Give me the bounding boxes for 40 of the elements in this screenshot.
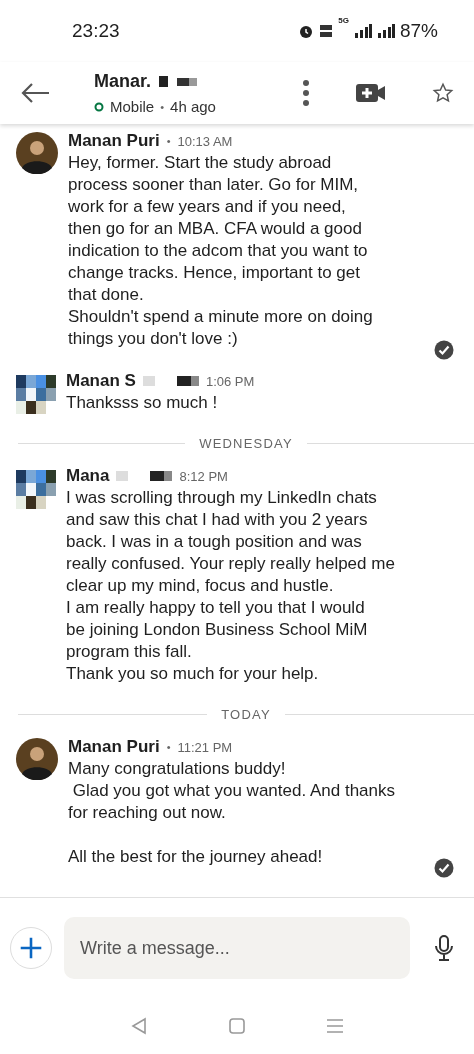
attach-button[interactable] bbox=[10, 927, 52, 969]
star-icon[interactable] bbox=[432, 82, 454, 104]
microphone-icon[interactable] bbox=[434, 934, 454, 962]
separator-dot: • bbox=[166, 741, 171, 753]
sender-name: Manan Puri bbox=[68, 131, 160, 151]
pixelated-avatar-icon bbox=[16, 467, 56, 509]
plus-icon bbox=[19, 936, 43, 960]
separator-dot: • bbox=[166, 135, 171, 147]
home-nav-icon[interactable] bbox=[228, 1017, 246, 1035]
pixelated-avatar-icon bbox=[16, 372, 56, 414]
avatar-icon bbox=[16, 132, 58, 174]
message-time: 1:06 PM bbox=[205, 373, 255, 389]
message-text: I was scrolling through my LinkedIn chats and saw this chat I had with you 2 years back. I was in a tough position and was really confused. Your reply really helped me clear up my mind, focus and hustle. I am really happy to tell you that I would be joining London Business School MiM program this fall. Thank you so much for your help. bbox=[66, 487, 396, 685]
message-text: Many congratulations buddy! Glad you got what you wanted. And thanks for reaching out now. All the best for the journey ahead! bbox=[68, 758, 396, 868]
day-divider-label: TODAY bbox=[221, 707, 271, 722]
day-divider-label: WEDNESDAY bbox=[199, 436, 293, 451]
message-time: 8:12 PM bbox=[179, 468, 228, 484]
status-time: 23:23 bbox=[72, 20, 120, 42]
signal-icon bbox=[353, 24, 372, 38]
video-call-icon[interactable] bbox=[356, 83, 386, 103]
message-time: 10:13 AM bbox=[177, 133, 233, 149]
sender-name: Mana bbox=[66, 466, 110, 486]
message-field[interactable]: Write a message... bbox=[64, 917, 410, 979]
battery-percent: 87% bbox=[399, 20, 438, 42]
last-seen: 4h ago bbox=[170, 98, 216, 115]
avatar-icon bbox=[16, 738, 58, 780]
back-arrow-icon[interactable] bbox=[20, 82, 50, 104]
message-text: Hey, former. Start the study abroad process sooner than later. Go for MIM, work for a few years and if you need, then go for an MBA. CFA would a good indication to the adcom that you want to change tracks. Hence, important to get that done. Shouldn't spend a minute more on doing things you don't love :) bbox=[68, 152, 374, 350]
network-label: 5G bbox=[338, 16, 349, 25]
presence-label: Mobile bbox=[110, 98, 155, 115]
signal-icon bbox=[376, 24, 395, 38]
contact-name: Manar. bbox=[94, 71, 152, 92]
message-time: 11:21 PM bbox=[177, 739, 233, 755]
sender-name: Manan Puri bbox=[68, 737, 160, 757]
more-options-icon[interactable] bbox=[302, 79, 310, 107]
back-nav-icon[interactable] bbox=[130, 1017, 148, 1035]
separator-dot: • bbox=[160, 100, 165, 113]
message-text: Thanksss so much ! bbox=[66, 392, 219, 414]
sender-name: Manan S bbox=[66, 371, 136, 391]
alarm-icon bbox=[298, 23, 315, 39]
